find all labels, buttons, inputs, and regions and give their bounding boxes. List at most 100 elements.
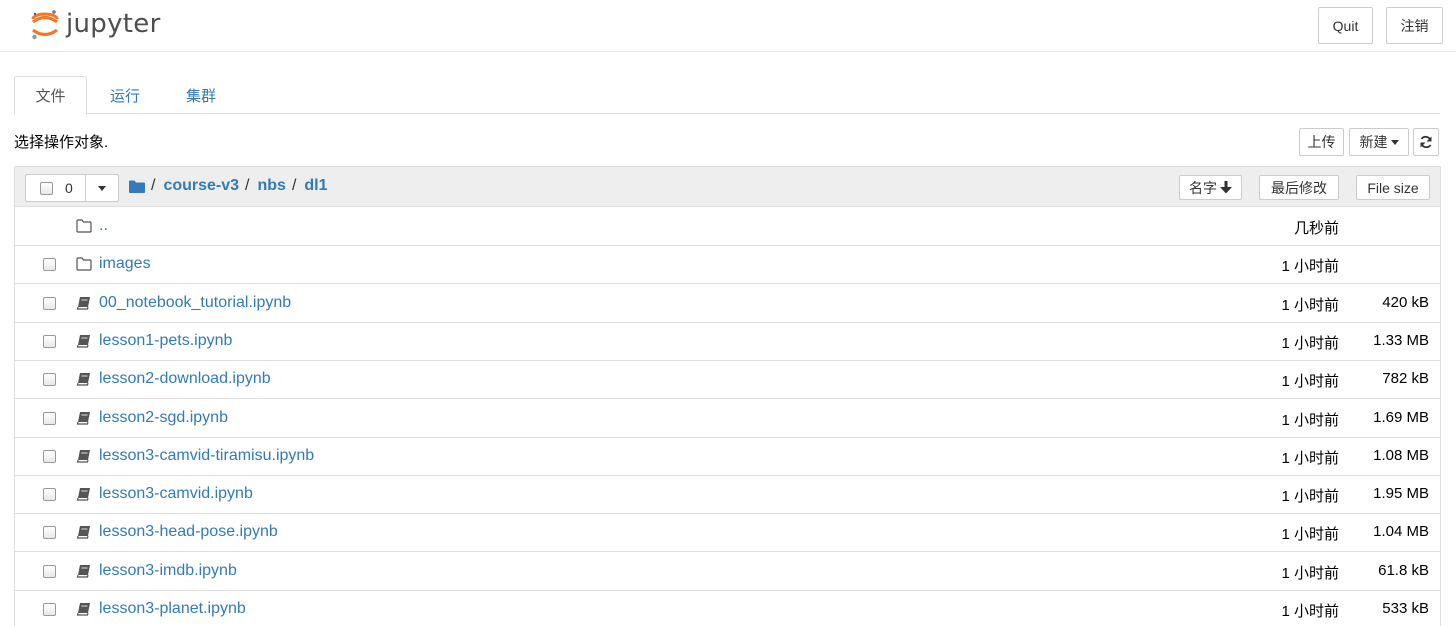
folder-icon — [76, 257, 92, 271]
file-row[interactable]: 00_notebook_tutorial.ipynb 1 小时前 420 kB — [15, 285, 1440, 323]
jupyter-logo-icon — [30, 10, 60, 40]
file-name-link[interactable]: lesson2-download.ipynb — [99, 370, 271, 388]
notebook-icon — [76, 449, 90, 463]
row-checkbox[interactable] — [43, 526, 56, 540]
sort-by-modified-button[interactable]: 最后修改 — [1259, 175, 1339, 200]
file-size: 61.8 kB — [1378, 561, 1429, 579]
new-dropdown-button[interactable]: 新建 — [1349, 128, 1409, 156]
notebook-icon — [76, 603, 90, 616]
file-row[interactable]: lesson3-camvid-tiramisu.ipynb 1 小时前 1.08 M… — [15, 438, 1440, 476]
file-name-link[interactable]: images — [99, 255, 151, 273]
file-row[interactable]: lesson2-download.ipynb 1 小时前 782 kB — [15, 361, 1440, 400]
breadcrumb-course-v3[interactable]: course-v3 — [163, 177, 239, 195]
select-hint-text: 选择操作对象. — [14, 134, 109, 151]
file-modified-time: 1 小时前 — [1281, 488, 1339, 506]
breadcrumb-dl1[interactable]: dl1 — [304, 177, 327, 195]
row-checkbox[interactable] — [43, 334, 56, 348]
logout-button[interactable]: 注销 — [1386, 7, 1443, 44]
file-row[interactable]: images 1 小时前 — [15, 246, 1440, 285]
row-checkbox[interactable] — [43, 373, 56, 387]
file-list: 0 / course-v3 / nbs / dl1 名字 最后修改 File s — [14, 166, 1441, 626]
logo-text: jupyter — [66, 9, 161, 39]
file-list-header: 0 / course-v3 / nbs / dl1 名字 最后修改 File s — [15, 167, 1440, 207]
quit-button[interactable]: Quit — [1318, 7, 1373, 44]
select-all-checkbox[interactable] — [40, 181, 53, 195]
select-all-group: 0 — [25, 174, 119, 202]
folder-home-icon[interactable] — [129, 180, 145, 193]
select-all-checkbox-button[interactable]: 0 — [25, 174, 86, 202]
row-checkbox[interactable] — [43, 296, 56, 310]
sort-by-size-button[interactable]: File size — [1356, 175, 1430, 200]
breadcrumb-separator: / — [245, 177, 250, 194]
refresh-icon — [1420, 135, 1432, 149]
tab-files[interactable]: 文件 — [14, 76, 87, 115]
refresh-button[interactable] — [1413, 128, 1439, 156]
select-options-dropdown[interactable] — [86, 174, 119, 202]
new-button-label: 新建 — [1359, 134, 1388, 150]
file-size: 533 kB — [1382, 600, 1429, 617]
file-name-link[interactable]: .. — [99, 217, 108, 235]
sort-name-label: 名字 — [1189, 179, 1217, 196]
file-name-link[interactable]: lesson3-camvid.ipynb — [99, 485, 253, 503]
file-modified-time: 几秒前 — [1293, 220, 1339, 237]
file-name-link[interactable]: lesson3-imdb.ipynb — [99, 562, 237, 580]
tab-clusters[interactable]: 集群 — [170, 76, 232, 114]
file-name-link[interactable]: 00_notebook_tutorial.ipynb — [99, 294, 291, 312]
sort-by-name-button[interactable]: 名字 — [1179, 175, 1242, 200]
caret-down-icon — [98, 185, 106, 191]
file-size: 1.04 MB — [1373, 523, 1429, 541]
file-row[interactable]: lesson2-sgd.ipynb 1 小时前 1.69 MB — [15, 400, 1440, 438]
breadcrumb-nbs[interactable]: nbs — [258, 177, 286, 195]
file-name-link[interactable]: lesson3-head-pose.ipynb — [99, 523, 278, 541]
file-size: 782 kB — [1382, 370, 1429, 388]
file-row[interactable]: lesson3-planet.ipynb 1 小时前 533 kB — [15, 591, 1440, 626]
file-modified-time: 1 小时前 — [1281, 258, 1339, 276]
file-size: 1.33 MB — [1373, 331, 1429, 349]
row-checkbox[interactable] — [43, 449, 56, 463]
folder-icon — [76, 219, 92, 233]
file-size: 420 kB — [1382, 293, 1429, 311]
file-modified-time: 1 小时前 — [1281, 526, 1339, 544]
arrow-down-icon — [1220, 181, 1232, 194]
row-checkbox[interactable] — [43, 411, 56, 425]
file-name-link[interactable]: lesson2-sgd.ipynb — [99, 409, 228, 427]
row-checkbox[interactable] — [43, 603, 56, 616]
row-checkbox[interactable] — [43, 564, 56, 578]
notebook-icon — [76, 564, 90, 578]
file-modified-time: 1 小时前 — [1281, 603, 1339, 620]
notebook-icon — [76, 296, 90, 310]
file-modified-time: 1 小时前 — [1281, 373, 1339, 391]
breadcrumb: / course-v3 / nbs / dl1 — [129, 177, 328, 195]
row-checkbox[interactable] — [43, 488, 56, 502]
row-checkbox[interactable] — [43, 258, 56, 272]
file-name-link[interactable]: lesson1-pets.ipynb — [99, 332, 232, 350]
file-size: 1.08 MB — [1373, 446, 1429, 464]
file-row[interactable]: lesson1-pets.ipynb 1 小时前 1.33 MB — [15, 323, 1440, 361]
notebook-icon — [76, 411, 90, 425]
file-modified-time: 1 小时前 — [1281, 334, 1339, 352]
file-row[interactable]: .. 几秒前 — [15, 208, 1440, 246]
caret-down-icon — [1390, 139, 1399, 145]
file-modified-time: 1 小时前 — [1281, 449, 1339, 467]
file-size: 1.95 MB — [1373, 485, 1429, 503]
tab-bar: 文件 运行 集群 — [14, 76, 1440, 115]
notebook-icon — [76, 373, 90, 386]
notebook-icon — [76, 334, 90, 348]
jupyter-logo[interactable]: jupyter — [30, 9, 161, 43]
app-header: jupyter Quit 注销 — [0, 0, 1456, 52]
breadcrumb-separator: / — [291, 177, 297, 194]
file-name-link[interactable]: lesson3-camvid-tiramisu.ipynb — [99, 447, 314, 465]
file-modified-time: 1 小时前 — [1281, 296, 1339, 314]
breadcrumb-separator: / — [151, 177, 156, 194]
file-row[interactable]: lesson3-camvid.ipynb 1 小时前 1.95 MB — [15, 476, 1440, 515]
tab-running[interactable]: 运行 — [94, 76, 156, 114]
file-name-link[interactable]: lesson3-planet.ipynb — [99, 600, 246, 618]
upload-button[interactable]: 上传 — [1299, 128, 1344, 156]
file-row[interactable]: lesson3-head-pose.ipynb 1 小时前 1.04 MB — [15, 514, 1440, 553]
notebook-icon — [76, 488, 90, 501]
notebook-icon — [76, 526, 90, 539]
file-size: 1.69 MB — [1373, 408, 1429, 426]
selected-count: 0 — [65, 180, 73, 196]
file-modified-time: 1 小时前 — [1281, 564, 1339, 582]
file-row[interactable]: lesson3-imdb.ipynb 1 小时前 61.8 kB — [15, 553, 1440, 591]
